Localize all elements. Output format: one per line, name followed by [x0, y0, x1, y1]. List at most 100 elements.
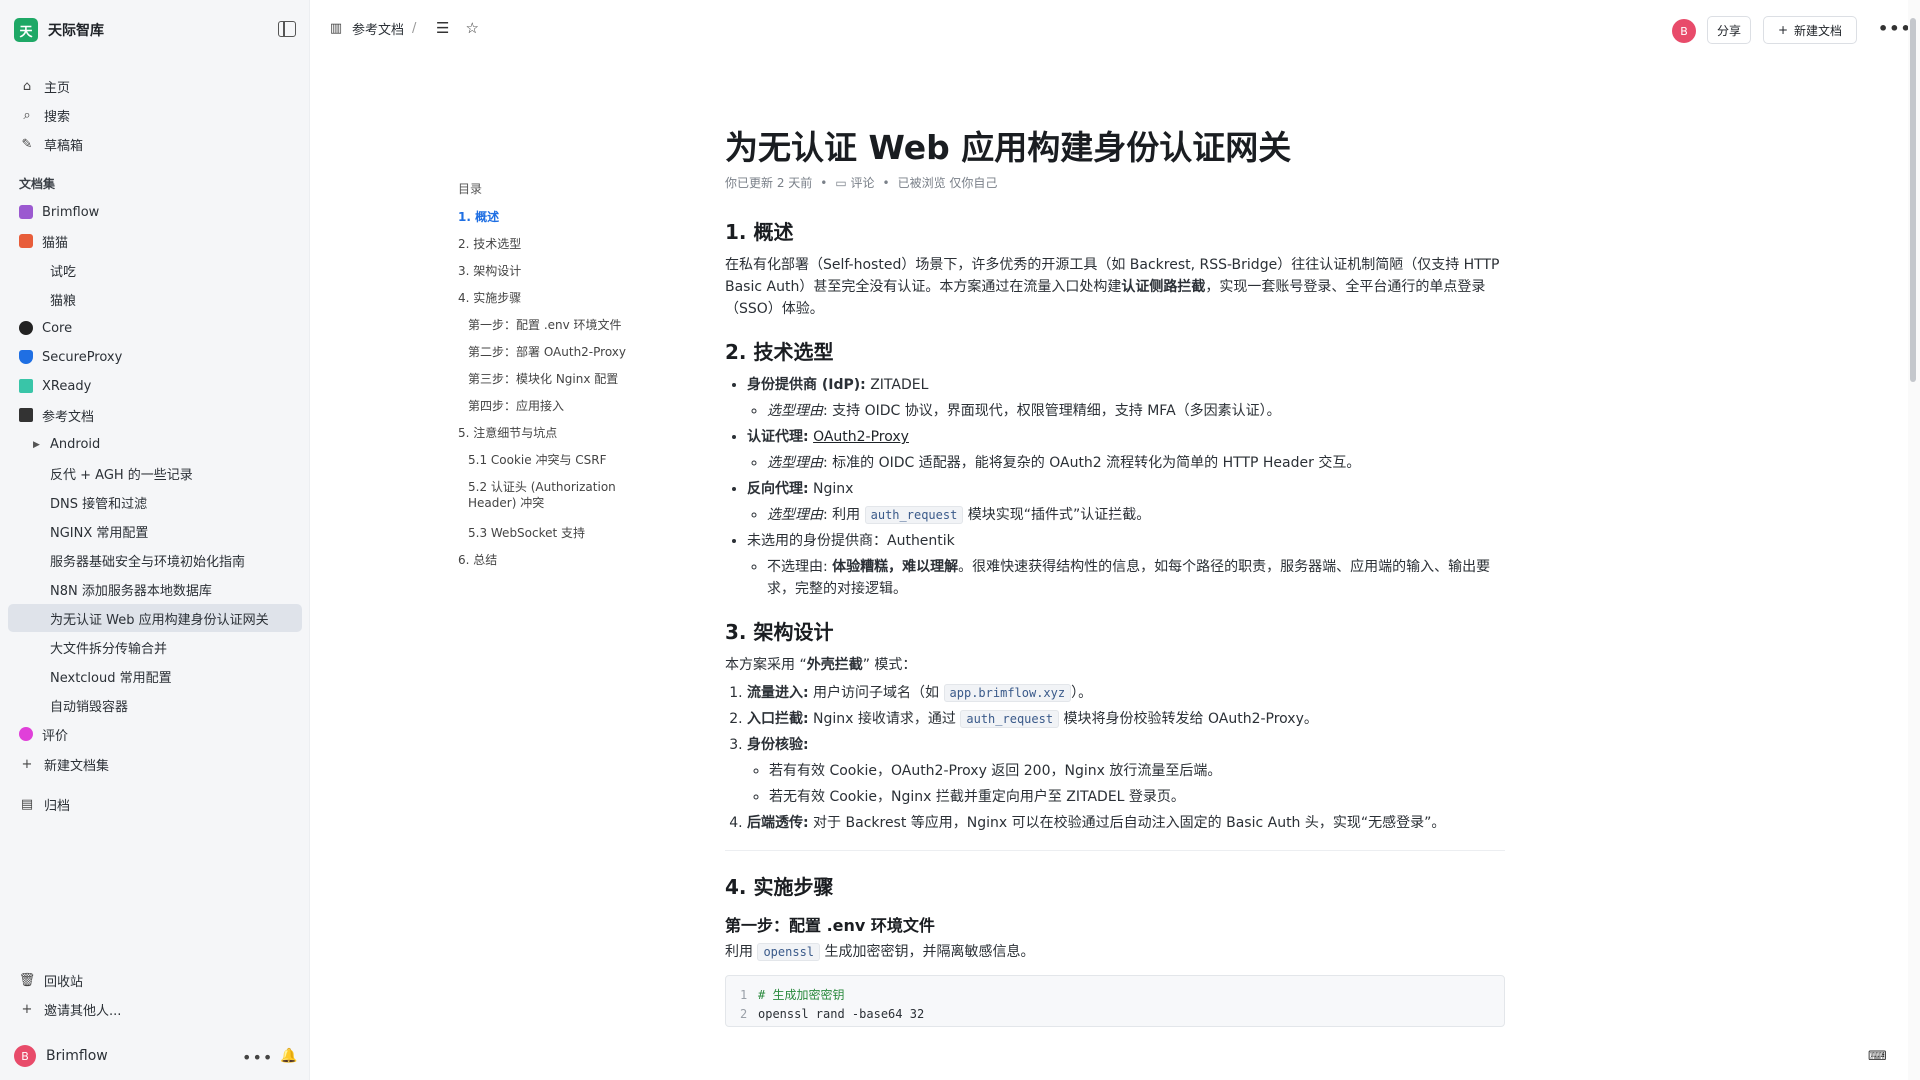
- sidebar-item-maomao[interactable]: 猫猫: [8, 227, 302, 255]
- collection-icon: [19, 205, 33, 219]
- paragraph: 在私有化部署（Self-hosted）场景下，许多优秀的开源工具（如 Backr…: [725, 254, 1505, 320]
- sidebar-item-label: Brimflow: [42, 204, 100, 220]
- sidebar-item-doc[interactable]: 自动销毁容器: [8, 691, 302, 719]
- nav-home[interactable]: ⌂ 主页: [8, 72, 302, 100]
- sidebar-item-label: XReady: [42, 378, 92, 394]
- scrollbar[interactable]: [1908, 0, 1920, 1080]
- toc-item[interactable]: 5.1 Cookie 冲突与 CSRF: [458, 452, 658, 479]
- edit-icon: ✎: [21, 136, 33, 152]
- sidebar-item-doc-active[interactable]: 为无认证 Web 应用构建身份认证网关: [8, 604, 302, 632]
- list-item: 入口拦截: Nginx 接收请求，通过 auth_request 模块将身份校验…: [747, 708, 1505, 730]
- toc-item[interactable]: 第三步：模块化 Nginx 配置: [458, 371, 658, 398]
- toc-item[interactable]: 1. 概述: [458, 209, 658, 236]
- sidebar-toggle-icon[interactable]: [278, 21, 296, 37]
- heading-architecture: 3. 架构设计: [725, 620, 834, 644]
- sidebar-item-doc[interactable]: 反代 + AGH 的一些记录: [8, 459, 302, 487]
- sidebar-item-label: Core: [42, 320, 73, 336]
- paragraph: 利用 openssl 生成加密密钥，并隔离敏感信息。: [725, 941, 1505, 963]
- star-icon[interactable]: ☆: [465, 19, 478, 37]
- nav-drafts[interactable]: ✎ 草稿箱: [8, 130, 302, 158]
- invite-button[interactable]: + 邀请其他人...: [8, 995, 302, 1023]
- breadcrumb[interactable]: ▥ 参考文档 /: [328, 19, 417, 38]
- inline-code: auth_request: [864, 506, 964, 524]
- text: : 支持 OIDC 协议，界面现代，权限管理精细，支持 MFA（多因素认证）。: [823, 403, 1281, 419]
- avatar[interactable]: B: [1672, 19, 1696, 43]
- more-icon[interactable]: •••: [242, 1048, 273, 1067]
- sidebar-item-reference-docs[interactable]: 参考文档: [8, 401, 302, 429]
- oauth2-proxy-link[interactable]: OAuth2-Proxy: [813, 429, 909, 445]
- doc-meta: 你已更新 2 天前 • ▭ 评论 • 已被浏览 仅你自己: [725, 172, 1505, 194]
- sidebar-item-label: NGINX 常用配置: [50, 525, 149, 541]
- sidebar-item-shichi[interactable]: 试吃: [8, 256, 302, 284]
- bold-text: 体验糟糕，难以理解: [832, 559, 959, 575]
- new-collection-button[interactable]: + 新建文档集: [8, 750, 302, 778]
- toc-item[interactable]: 5. 注意细节与坑点: [458, 425, 658, 452]
- toc-item[interactable]: 5.3 WebSocket 支持: [458, 525, 658, 552]
- comment-label: 评论: [850, 176, 875, 190]
- toc-icon[interactable]: ☰: [436, 19, 449, 37]
- new-collection-label: 新建文档集: [44, 758, 110, 774]
- heading-implementation: 4. 实施步骤: [725, 875, 834, 899]
- collection-icon: [19, 727, 33, 741]
- sidebar-item-maoliang[interactable]: 猫粮: [8, 285, 302, 313]
- user-menu[interactable]: B Brimflow: [14, 1045, 108, 1067]
- trash-icon: 🗑: [18, 972, 36, 988]
- code-line: # 生成加密密钥: [758, 988, 845, 1002]
- breadcrumb-label: 参考文档: [352, 23, 405, 38]
- sidebar-item-label: 评价: [42, 728, 69, 744]
- sidebar-item-label: 猫猫: [42, 235, 69, 251]
- list-item: 身份核验: 若有有效 Cookie，OAuth2-Proxy 返回 200，Ng…: [747, 734, 1505, 808]
- nav-trash[interactable]: 🗑 回收站: [8, 966, 302, 994]
- keyboard-icon[interactable]: ⌨: [1868, 1049, 1887, 1064]
- toc-item[interactable]: 第二步：部署 OAuth2-Proxy: [458, 344, 658, 371]
- updated-text: 你已更新 2 天前: [725, 176, 813, 190]
- scroll-thumb[interactable]: [1910, 18, 1916, 382]
- sidebar-item-doc[interactable]: Nextcloud 常用配置: [8, 662, 302, 690]
- cat-icon: [19, 234, 33, 248]
- toc-title: 目录: [458, 182, 483, 196]
- list-item: 身份提供商 (IdP): ZITADEL 选型理由: 支持 OIDC 协议，界面…: [747, 374, 1505, 422]
- text: 对于 Backrest 等应用，Nginx 可以在校验通过后自动注入固定的 Ba…: [808, 815, 1446, 831]
- sidebar-item-label: 猫粮: [50, 293, 77, 309]
- sidebar-item-secureproxy[interactable]: SecureProxy: [8, 343, 302, 371]
- bold-text: 入口拦截:: [747, 711, 809, 727]
- sidebar-item-doc[interactable]: NGINX 常用配置: [8, 517, 302, 545]
- sidebar-item-doc[interactable]: N8N 添加服务器本地数据库: [8, 575, 302, 603]
- sidebar-item-doc[interactable]: 大文件拆分传输合并: [8, 633, 302, 661]
- toc-item[interactable]: 5.2 认证头 (Authorization Header) 冲突: [458, 479, 628, 525]
- toc-item[interactable]: 6. 总结: [458, 552, 658, 579]
- share-button[interactable]: 分享: [1707, 16, 1751, 44]
- new-doc-label: 新建文档: [1794, 23, 1843, 38]
- comment-link[interactable]: ▭ 评论: [835, 172, 874, 194]
- toc-item[interactable]: 4. 实施步骤: [458, 290, 658, 317]
- bold-text: 认证侧路拦截: [1121, 279, 1206, 295]
- plus-icon: +: [21, 756, 33, 772]
- sidebar-item-core[interactable]: Core: [8, 314, 302, 342]
- bell-icon[interactable]: 🔔: [280, 1048, 297, 1064]
- list-item: 流量进入: 用户访问子域名（如 app.brimflow.xyz）。: [747, 682, 1505, 704]
- sidebar: 天 天际智库 ⌂ 主页 ⌕ 搜索 ✎ 草稿箱 文档集 Brimflow 猫猫 试吃 猫…: [0, 0, 310, 1080]
- sidebar-item-brimflow[interactable]: Brimflow: [8, 198, 302, 226]
- code-block[interactable]: 1 # 生成加密密钥 2 openssl rand -base64 32: [725, 975, 1505, 1027]
- book-icon: ▥: [329, 21, 343, 36]
- nav-archive[interactable]: ▤ 归档: [8, 790, 302, 818]
- more-icon[interactable]: •••: [1878, 19, 1912, 38]
- sidebar-item-doc[interactable]: DNS 接管和过滤: [8, 488, 302, 516]
- sidebar-item-android[interactable]: Android: [8, 430, 302, 458]
- toc-item[interactable]: 3. 架构设计: [458, 263, 658, 290]
- bold-text: 外壳拦截: [806, 657, 863, 673]
- list-item: 选型理由: 支持 OIDC 协议，界面现代，权限管理精细，支持 MFA（多因素认…: [767, 400, 1505, 422]
- page-title[interactable]: 为无认证 Web 应用构建身份认证网关: [725, 126, 1505, 170]
- sidebar-item-label: 为无认证 Web 应用构建身份认证网关: [50, 612, 269, 628]
- check-circle-icon: [19, 321, 33, 335]
- sidebar-item-pingjia[interactable]: 评价: [8, 720, 302, 748]
- new-doc-button[interactable]: + 新建文档: [1763, 16, 1857, 44]
- toc-item[interactable]: 第四步：应用接入: [458, 398, 658, 425]
- nav-search[interactable]: ⌕ 搜索: [8, 101, 302, 129]
- toc-item[interactable]: 2. 技术选型: [458, 236, 658, 263]
- toc-item[interactable]: 第一步：配置 .env 环境文件: [458, 317, 658, 344]
- divider: [725, 850, 1505, 851]
- sidebar-item-xready[interactable]: XReady: [8, 372, 302, 400]
- workspace-switcher[interactable]: 天 天际智库: [14, 18, 104, 42]
- sidebar-item-doc[interactable]: 服务器基础安全与环境初始化指南: [8, 546, 302, 574]
